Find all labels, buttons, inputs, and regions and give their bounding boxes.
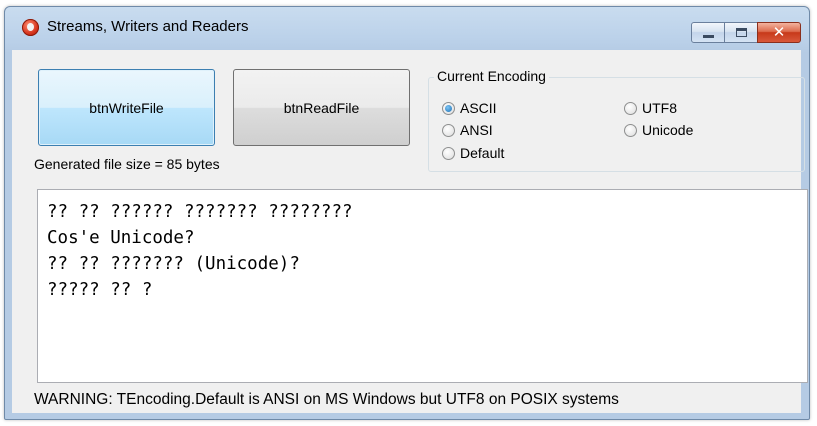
radio-default[interactable]: Default	[442, 145, 504, 161]
file-size-label: Generated file size = 85 bytes	[34, 156, 220, 172]
memo-line: ?? ?? ?????? ??????? ????????	[47, 202, 353, 222]
title-bar[interactable]: Streams, Writers and Readers ✕	[5, 7, 809, 47]
radio-unchecked-icon	[624, 123, 637, 137]
radio-unchecked-icon	[624, 101, 637, 115]
close-button[interactable]: ✕	[757, 22, 801, 43]
minimize-icon	[703, 35, 714, 38]
memo-line: ????? ?? ?	[47, 280, 153, 300]
radio-unchecked-icon	[442, 123, 455, 137]
radio-checked-icon	[442, 101, 455, 115]
client-area: btnWriteFile btnReadFile Generated file …	[12, 50, 808, 413]
radio-ascii-label: ASCII	[460, 100, 497, 116]
radio-unicode-label: Unicode	[642, 122, 694, 138]
warning-label: WARNING: TEncoding.Default is ANSI on MS…	[34, 391, 619, 408]
encoding-group-label: Current Encoding	[434, 68, 549, 84]
app-window: Streams, Writers and Readers ✕ btnWriteF…	[4, 6, 810, 420]
radio-unchecked-icon	[442, 146, 455, 160]
radio-default-label: Default	[460, 145, 505, 161]
read-file-button-label: btnReadFile	[283, 99, 360, 116]
memo-line: ?? ?? ??????? (Unicode)?	[47, 254, 300, 274]
radio-utf8-label: UTF8	[642, 100, 677, 116]
maximize-button[interactable]	[724, 22, 758, 43]
window-title: Streams, Writers and Readers	[47, 18, 249, 35]
memo-text-area[interactable]: ?? ?? ?????? ??????? ???????? Cos'e Unic…	[37, 189, 808, 383]
radio-ansi[interactable]: ANSI	[442, 122, 493, 138]
minimize-button[interactable]	[691, 22, 725, 43]
maximize-icon	[736, 28, 747, 37]
radio-utf8[interactable]: UTF8	[624, 100, 677, 116]
caption-buttons: ✕	[689, 22, 801, 43]
write-file-button-label: btnWriteFile	[89, 99, 164, 116]
close-icon: ✕	[772, 24, 786, 41]
radio-unicode[interactable]: Unicode	[624, 122, 693, 138]
memo-line: Cos'e Unicode?	[47, 228, 195, 248]
app-icon[interactable]	[22, 19, 39, 36]
read-file-button[interactable]: btnReadFile	[233, 69, 410, 146]
radio-ascii[interactable]: ASCII	[442, 100, 497, 116]
radio-ansi-label: ANSI	[460, 122, 493, 138]
write-file-button[interactable]: btnWriteFile	[38, 69, 215, 146]
